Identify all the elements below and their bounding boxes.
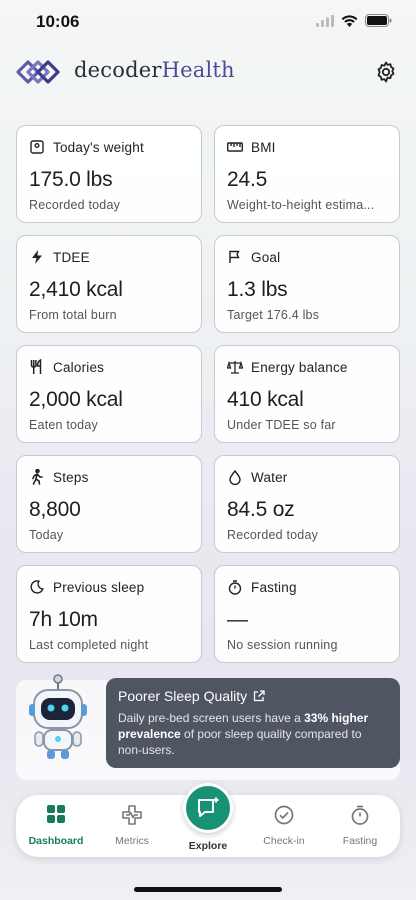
card-fasting[interactable]: Fasting — No session running xyxy=(214,565,400,663)
stopwatch-icon xyxy=(227,579,243,595)
external-link-icon[interactable] xyxy=(253,690,265,702)
ruler-icon xyxy=(227,139,243,155)
tab-check-in[interactable]: Check-in xyxy=(249,805,319,847)
wifi-icon xyxy=(341,14,358,27)
check-circle-icon xyxy=(249,805,319,827)
battery-icon xyxy=(365,14,392,27)
tab-fasting[interactable]: Fasting xyxy=(325,805,395,847)
tab-explore-label[interactable]: Explore xyxy=(178,840,238,852)
card-bmi[interactable]: BMI 24.5 Weight-to-height estima... xyxy=(214,125,400,223)
tab-dashboard[interactable]: Dashboard xyxy=(21,805,91,847)
card-calories[interactable]: Calories 2,000 kcal Eaten today xyxy=(16,345,202,443)
medical-cross-icon xyxy=(97,805,167,827)
chat-sparkle-icon xyxy=(196,796,220,820)
scale-icon xyxy=(29,139,45,155)
grid-icon xyxy=(21,805,91,827)
home-indicator xyxy=(134,887,282,892)
walking-icon xyxy=(29,469,45,485)
card-water[interactable]: Water 84.5 oz Recorded today xyxy=(214,455,400,553)
insight-body: Daily pre-bed screen users have a 33% hi… xyxy=(118,711,369,757)
explore-button[interactable] xyxy=(183,783,233,833)
settings-gear-icon[interactable] xyxy=(374,60,398,84)
brand-name: decoderHealth xyxy=(74,58,235,82)
balance-icon xyxy=(227,359,243,375)
insight-tooltip[interactable]: Poorer Sleep Quality Daily pre-bed scree… xyxy=(106,678,400,768)
utensils-icon xyxy=(29,359,45,375)
insight-section: Poorer Sleep Quality Daily pre-bed scree… xyxy=(16,674,400,780)
moon-icon xyxy=(29,579,45,595)
insight-title: Poorer Sleep Quality xyxy=(118,688,248,704)
tab-metrics[interactable]: Metrics xyxy=(97,805,167,847)
flag-icon xyxy=(227,249,243,265)
signal-icon xyxy=(316,14,334,27)
status-time: 10:06 xyxy=(36,12,80,31)
bolt-icon xyxy=(29,249,45,265)
status-bar: 10:06 xyxy=(0,0,416,46)
card-steps[interactable]: Steps 8,800 Today xyxy=(16,455,202,553)
card-previous-sleep[interactable]: Previous sleep 7h 10m Last completed nig… xyxy=(16,565,202,663)
card-energy-balance[interactable]: Energy balance 410 kcal Under TDEE so fa… xyxy=(214,345,400,443)
stopwatch-icon xyxy=(325,805,395,827)
card-todays-weight[interactable]: Today's weight 175.0 lbs Recorded today xyxy=(16,125,202,223)
brand-logo-icon xyxy=(16,56,62,88)
card-tdee[interactable]: TDEE 2,410 kcal From total burn xyxy=(16,235,202,333)
app-header: decoderHealth xyxy=(16,52,400,94)
droplet-icon xyxy=(227,469,243,485)
robot-mascot-icon xyxy=(26,674,90,762)
card-goal[interactable]: Goal 1.3 lbs Target 176.4 lbs xyxy=(214,235,400,333)
